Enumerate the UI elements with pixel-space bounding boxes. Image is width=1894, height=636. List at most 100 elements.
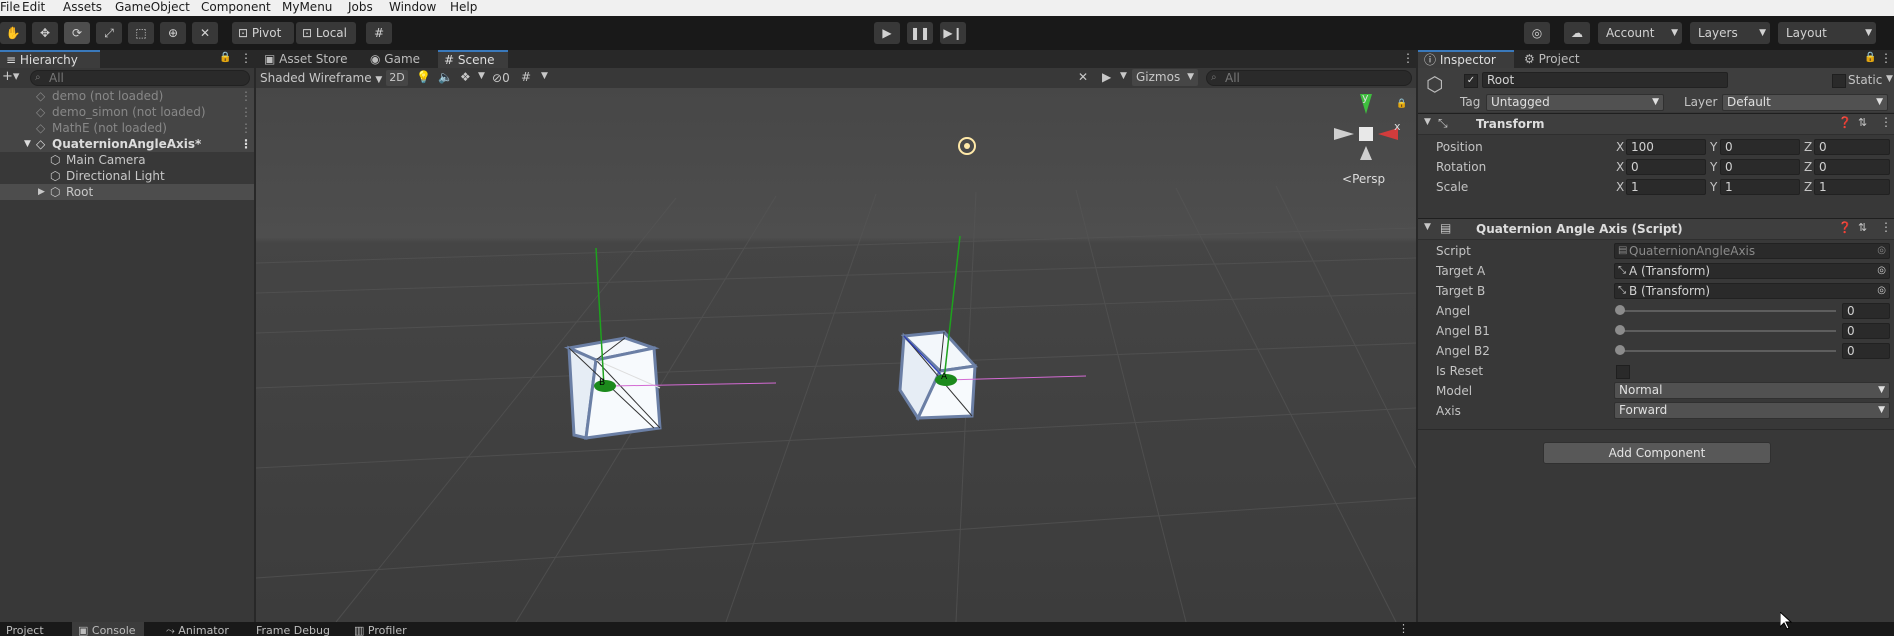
- angel-b1-slider-track[interactable]: [1618, 330, 1836, 332]
- lock-icon[interactable]: 🔒: [1864, 52, 1876, 63]
- menu-gameobject[interactable]: GameObject: [115, 0, 190, 14]
- step-button[interactable]: ▶❙: [940, 22, 966, 44]
- object-picker-icon[interactable]: ◎: [1877, 264, 1886, 278]
- custom-tool-button[interactable]: ✕: [192, 22, 218, 44]
- tools-icon[interactable]: ✕: [1078, 70, 1088, 84]
- projection-toggle[interactable]: <Persp: [1342, 172, 1385, 186]
- cloud-button[interactable]: ☁: [1564, 22, 1590, 44]
- hierarchy-search-input[interactable]: ⌕ All: [30, 70, 250, 86]
- account-dropdown[interactable]: Account ▼: [1598, 22, 1682, 44]
- tag-dropdown[interactable]: Untagged ▼: [1486, 94, 1664, 111]
- menu-assets[interactable]: Assets: [63, 0, 102, 14]
- position-z-input[interactable]: 0: [1814, 139, 1890, 155]
- transform-tool-button[interactable]: ⊕: [160, 22, 186, 44]
- scale-tool-button[interactable]: ⤢: [96, 22, 122, 44]
- effects-icon[interactable]: ❖: [460, 70, 471, 84]
- lighting-icon[interactable]: 💡: [416, 70, 431, 84]
- layers-dropdown[interactable]: Layers ▼: [1690, 22, 1770, 44]
- rotate-tool-button[interactable]: ⟳: [64, 22, 90, 44]
- kebab-menu-icon[interactable]: ⋮: [1880, 220, 1892, 234]
- chevron-right-icon[interactable]: ▶: [38, 184, 45, 200]
- hidden-objects-toggle[interactable]: ⊘0: [492, 70, 510, 86]
- static-checkbox[interactable]: [1832, 74, 1846, 88]
- gizmos-dropdown[interactable]: Gizmos ▼: [1132, 69, 1198, 86]
- add-component-button[interactable]: Add Component: [1543, 442, 1771, 464]
- lock-icon[interactable]: 🔒: [219, 52, 231, 63]
- rect-tool-button[interactable]: ⬚: [128, 22, 154, 44]
- list-item[interactable]: ◇ MathE (not loaded) ⋮: [0, 120, 254, 136]
- tab-hierarchy[interactable]: ≡ Hierarchy: [0, 50, 100, 68]
- chevron-down-icon[interactable]: ▼: [541, 71, 548, 81]
- kebab-menu-icon[interactable]: ⋮: [1880, 51, 1892, 65]
- angel-b2-slider-handle[interactable]: [1615, 345, 1625, 355]
- tab-profiler[interactable]: ▥ Profiler: [348, 622, 418, 636]
- list-item[interactable]: ▶ ⬡ Root: [0, 184, 254, 200]
- plus-icon[interactable]: +▾: [2, 69, 19, 84]
- preset-icon[interactable]: ⇅: [1858, 116, 1867, 129]
- tab-game[interactable]: ◉ Game: [364, 50, 428, 68]
- list-item[interactable]: ◇ demo_simon (not loaded) ⋮: [0, 104, 254, 120]
- scale-x-input[interactable]: 1: [1626, 179, 1706, 195]
- target-a-field[interactable]: ⤡ A (Transform) ◎: [1614, 263, 1890, 279]
- kebab-menu-icon[interactable]: ⋮: [240, 88, 252, 104]
- tab-animator[interactable]: ⤳ Animator: [160, 622, 240, 636]
- script-component-header[interactable]: ▼ ▤ Quaternion Angle Axis (Script) ❓ ⇅ ⋮: [1418, 218, 1894, 240]
- position-y-input[interactable]: 0: [1720, 139, 1800, 155]
- is-reset-checkbox[interactable]: [1616, 365, 1630, 379]
- angel-input[interactable]: 0: [1842, 303, 1890, 319]
- collab-button[interactable]: ◎: [1524, 22, 1550, 44]
- chevron-down-icon[interactable]: ▼: [1886, 74, 1893, 84]
- tab-project-settings[interactable]: ⚙ Project Settings: [1518, 50, 1638, 84]
- kebab-menu-icon[interactable]: ⋮: [1398, 622, 1409, 635]
- angel-slider-track[interactable]: [1618, 310, 1836, 312]
- position-x-input[interactable]: 100: [1626, 139, 1706, 155]
- grid-snap-button[interactable]: #: [366, 22, 392, 44]
- menu-jobs[interactable]: Jobs: [348, 0, 373, 14]
- pause-button[interactable]: ❚❚: [907, 22, 933, 44]
- chevron-down-icon[interactable]: ▼: [1120, 71, 1127, 81]
- preset-icon[interactable]: ⇅: [1858, 221, 1867, 234]
- angel-b2-slider-track[interactable]: [1618, 350, 1836, 352]
- target-b-field[interactable]: ⤡ B (Transform) ◎: [1614, 283, 1890, 299]
- scene-viewport[interactable]: y x 🔒 <Persp B A: [256, 88, 1416, 622]
- local-toggle[interactable]: ⊡ Local: [296, 22, 356, 44]
- menu-component[interactable]: Component: [201, 0, 271, 14]
- scale-y-input[interactable]: 1: [1720, 179, 1800, 195]
- active-checkbox[interactable]: ✓: [1464, 74, 1478, 88]
- kebab-menu-icon[interactable]: ⋮: [240, 104, 252, 120]
- menu-mymenu[interactable]: MyMenu: [282, 0, 332, 14]
- angel-b2-input[interactable]: 0: [1842, 343, 1890, 359]
- play-button[interactable]: ▶: [874, 22, 900, 44]
- rotation-z-input[interactable]: 0: [1814, 159, 1890, 175]
- menu-file[interactable]: File: [0, 0, 20, 14]
- move-tool-button[interactable]: ✥: [32, 22, 58, 44]
- tab-scene[interactable]: # Scene: [438, 50, 508, 68]
- tab-inspector[interactable]: ⓘ Inspector: [1418, 50, 1514, 68]
- menu-help[interactable]: Help: [450, 0, 477, 14]
- camera-icon[interactable]: ▶: [1102, 70, 1111, 84]
- tab-console[interactable]: ▣ Console: [72, 622, 144, 636]
- angel-b1-slider-handle[interactable]: [1615, 325, 1625, 335]
- menu-edit[interactable]: Edit: [22, 0, 45, 14]
- tab-frame-debug[interactable]: Frame Debug: [250, 622, 336, 636]
- axis-dropdown[interactable]: Forward ▼: [1614, 402, 1890, 419]
- angel-slider-handle[interactable]: [1615, 305, 1625, 315]
- list-item[interactable]: ⬡ Directional Light: [0, 168, 254, 184]
- list-item[interactable]: ▼ ◇ QuaternionAngleAxis* ⋮: [0, 136, 254, 152]
- chevron-down-icon[interactable]: ▼: [24, 136, 31, 152]
- tab-asset-store[interactable]: ▣ Asset Store: [258, 50, 358, 68]
- object-picker-icon[interactable]: ◎: [1877, 284, 1886, 298]
- angel-b1-input[interactable]: 0: [1842, 323, 1890, 339]
- kebab-menu-icon[interactable]: ⋮: [240, 120, 252, 136]
- chevron-down-icon[interactable]: ▼: [478, 71, 485, 81]
- help-icon[interactable]: ❓: [1838, 221, 1852, 234]
- object-name-input[interactable]: Root: [1482, 72, 1728, 88]
- audio-icon[interactable]: 🔈: [438, 70, 453, 84]
- rotation-y-input[interactable]: 0: [1720, 159, 1800, 175]
- tab-project[interactable]: Project: [0, 622, 60, 636]
- lock-icon[interactable]: 🔒: [1396, 99, 1407, 109]
- pivot-toggle[interactable]: ⊡ Pivot: [232, 22, 294, 44]
- scene-search-input[interactable]: ⌕ All: [1206, 70, 1412, 86]
- layer-dropdown[interactable]: Default ▼: [1722, 94, 1888, 111]
- help-icon[interactable]: ❓: [1838, 116, 1852, 129]
